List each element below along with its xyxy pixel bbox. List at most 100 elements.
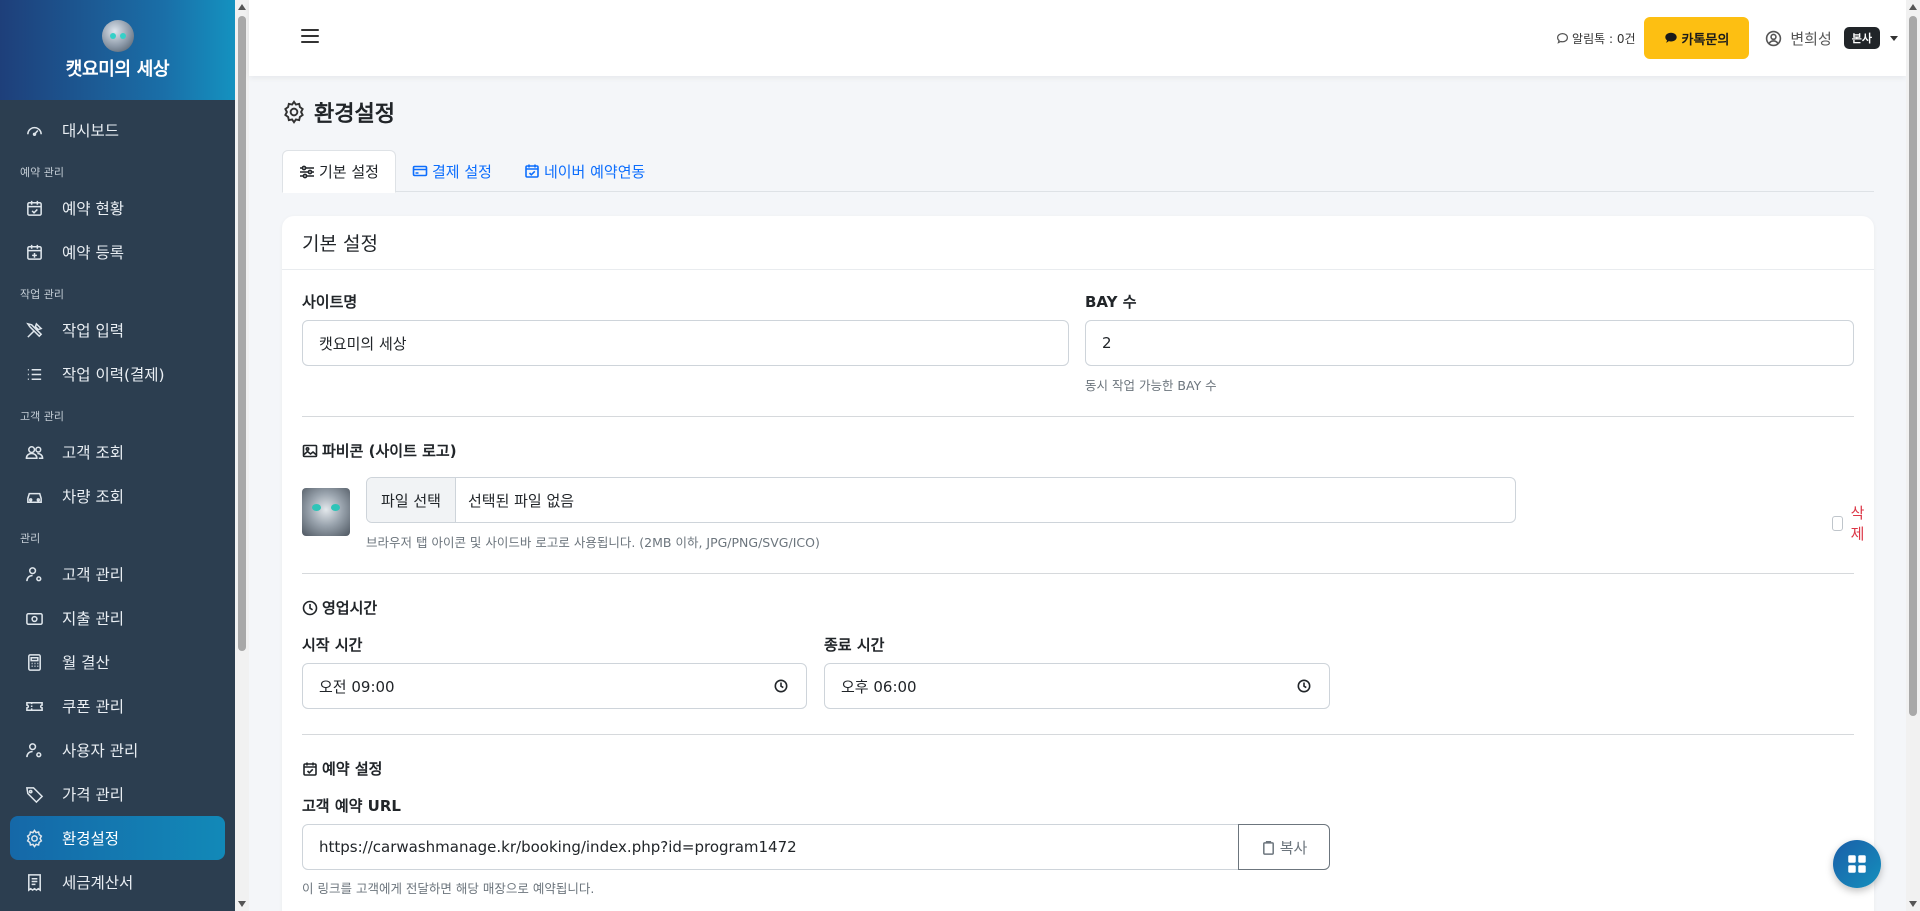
sidebar-item-reservation-register[interactable]: 예약 등록 (10, 230, 225, 274)
sidebar-item-dashboard[interactable]: 대시보드 (10, 108, 225, 152)
tab-basic-settings[interactable]: 기본 설정 (282, 150, 396, 193)
sidebar-item-label: 작업 이력(결제) (62, 366, 165, 384)
hours-title-text: 영업시간 (322, 599, 378, 617)
booking-url-label: 고객 예약 URL (302, 797, 401, 815)
scroll-thumb[interactable] (1909, 16, 1917, 716)
booking-url-help: 이 링크를 고객에게 전달하면 해당 매장으로 예약됩니다. (302, 881, 595, 896)
sidebar-item-coupon[interactable]: 쿠폰 관리 (10, 684, 225, 728)
tab-payment-settings[interactable]: 결제 설정 (396, 150, 508, 192)
sidebar-item-label: 쿠폰 관리 (62, 698, 124, 716)
sidebar-item-tax-invoice[interactable]: 세금계산서 (10, 860, 225, 904)
file-select-button[interactable]: 파일 선택 (367, 478, 456, 522)
sidebar-item-expense[interactable]: 지출 관리 (10, 596, 225, 640)
calendar-check-icon (303, 762, 317, 776)
receipt-icon (24, 872, 44, 892)
delete-label: 삭제 (1850, 504, 1865, 543)
sidebar-item-label: 예약 등록 (62, 244, 124, 262)
sidebar-item-label: 월 결산 (62, 654, 110, 672)
chat-icon (1557, 32, 1569, 44)
sidebar-group-label: 관리 (20, 532, 41, 545)
user-menu[interactable]: 변희성 본사 (1765, 27, 1898, 49)
delete-checkbox[interactable] (1832, 515, 1843, 531)
sidebar-item-vehicle-search[interactable]: 차량 조회 (10, 474, 225, 518)
calendar-check-icon (24, 198, 44, 218)
sidebar-item-customer-search[interactable]: 고객 조회 (10, 430, 225, 474)
sidebar-item-work-history[interactable]: 작업 이력(결제) (10, 352, 225, 396)
card-title: 기본 설정 (282, 216, 1874, 270)
sidebar-brand[interactable]: 캣요미의 세상 (0, 0, 235, 100)
start-time-input[interactable]: 오전 09:00 (302, 663, 807, 709)
site-name-input[interactable]: 캣요미의 세상 (302, 320, 1069, 366)
divider (302, 416, 1854, 417)
copy-button-label: 복사 (1279, 838, 1308, 857)
tab-label: 네이버 예약연동 (543, 162, 646, 181)
favicon-delete-option[interactable]: 삭제 (1832, 502, 1869, 544)
apps-menu-button[interactable] (1833, 840, 1881, 888)
favicon-help: 브라우저 탭 아이콘 및 사이드바 로고로 사용됩니다. (2MB 이하, JP… (366, 535, 820, 550)
sidebar-item-price-manage[interactable]: 가격 관리 (10, 772, 225, 816)
booking-url-input[interactable]: https://carwashmanage.kr/booking/index.p… (302, 824, 1239, 870)
sidebar-item-label: 고객 관리 (62, 566, 124, 584)
user-role-badge: 본사 (1843, 27, 1880, 49)
sidebar-item-reservation-status[interactable]: 예약 현황 (10, 186, 225, 230)
credit-card-icon (412, 165, 428, 177)
sidebar-item-label: 대시보드 (62, 122, 120, 140)
sidebar-item-label: 가격 관리 (62, 786, 124, 804)
calendar-plus-icon (24, 242, 44, 262)
tab-naver-reservation[interactable]: 네이버 예약연동 (508, 150, 661, 192)
main-scrollbar[interactable] (1906, 0, 1920, 911)
bay-count-input[interactable]: 2 (1085, 320, 1854, 366)
sidebar-item-label: 사용자 관리 (62, 742, 139, 760)
start-time-value: 오전 09:00 (319, 677, 395, 696)
sidebar-item-label: 예약 현황 (62, 200, 124, 218)
sidebar-scrollbar[interactable] (235, 0, 249, 911)
reservation-title-text: 예약 설정 (322, 760, 383, 778)
kakao-inquiry-button[interactable]: 카톡문의 (1643, 17, 1750, 59)
tab-label: 기본 설정 (319, 163, 379, 181)
sidebar-item-settings[interactable]: 환경설정 (10, 816, 225, 860)
scroll-up-arrow[interactable] (1909, 4, 1917, 10)
page-title-text: 환경설정 (314, 102, 395, 127)
sidebar: 캣요미의 세상 대시보드 예약 관리 예약 현황 예약 등록 작업 관리 작업 … (0, 0, 235, 911)
divider (302, 573, 1854, 574)
menu-toggle-icon[interactable] (301, 29, 319, 43)
alarm-status[interactable]: 알림톡 : 0건 (1556, 30, 1636, 47)
end-time-label: 종료 시간 (824, 636, 885, 654)
sidebar-item-user-manage[interactable]: 사용자 관리 (10, 728, 225, 772)
sliders-icon (300, 165, 314, 178)
sidebar-group-label: 작업 관리 (20, 288, 64, 301)
clock-icon (302, 600, 318, 615)
tag-icon (24, 784, 44, 804)
bay-count-help: 동시 작업 가능한 BAY 수 (1085, 378, 1217, 393)
scroll-down-arrow[interactable] (238, 901, 246, 907)
sidebar-nav: 대시보드 예약 관리 예약 현황 예약 등록 작업 관리 작업 입력 작업 이력… (0, 100, 235, 904)
speedometer-icon (24, 120, 44, 140)
sidebar-group-label: 고객 관리 (20, 410, 64, 423)
list-icon (24, 364, 44, 384)
sidebar-item-customer-manage[interactable]: 고객 관리 (10, 552, 225, 596)
cash-icon (24, 608, 44, 628)
favicon-file-input[interactable]: 파일 선택 선택된 파일 없음 (366, 477, 1516, 523)
person-gear-icon (24, 564, 44, 584)
calculator-icon (24, 652, 44, 672)
sidebar-item-work-input[interactable]: 작업 입력 (10, 308, 225, 352)
topbar: 알림톡 : 0건 카톡문의 변희성 본사 (249, 0, 1906, 76)
image-icon (302, 444, 318, 457)
scroll-thumb[interactable] (238, 16, 246, 651)
car-icon (24, 486, 44, 506)
chat-fill-icon (1664, 32, 1677, 43)
end-time-input[interactable]: 오후 06:00 (824, 663, 1330, 709)
user-name: 변희성 (1790, 29, 1832, 48)
sidebar-item-monthly-settlement[interactable]: 월 결산 (10, 640, 225, 684)
scroll-up-arrow[interactable] (238, 4, 246, 10)
favicon-title-text: 파비콘 (사이트 로고) (322, 442, 457, 460)
tools-icon (24, 320, 44, 340)
calendar-check-icon (525, 164, 539, 178)
clipboard-icon (1262, 840, 1274, 855)
scroll-down-arrow[interactable] (1909, 901, 1917, 907)
divider (302, 734, 1854, 735)
tab-label: 결제 설정 (431, 162, 492, 181)
main-content: 알림톡 : 0건 카톡문의 변희성 본사 환경설정 기본 설정 결제 설정 네이… (249, 0, 1906, 911)
copy-url-button[interactable]: 복사 (1238, 824, 1330, 870)
brand-name: 캣요미의 세상 (65, 58, 170, 80)
